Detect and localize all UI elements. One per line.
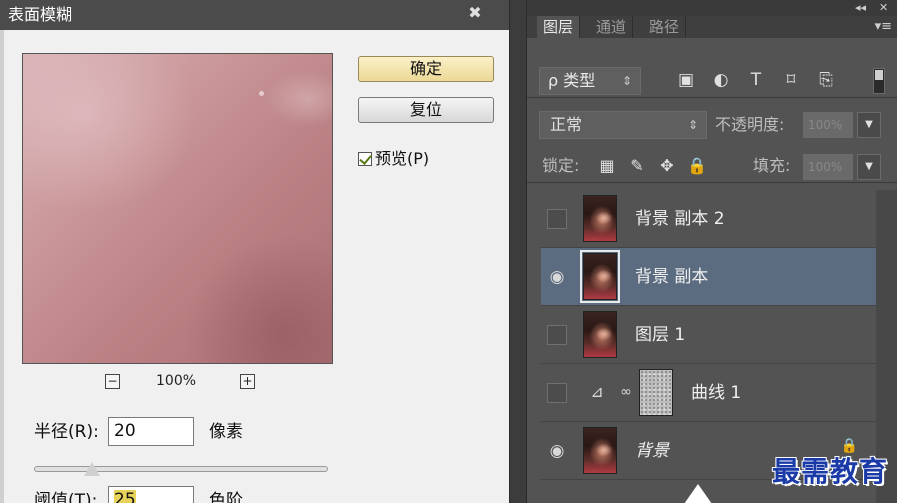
close-panel-icon[interactable]: ✕ — [879, 0, 888, 16]
lock-all-icon[interactable]: 🔒 — [687, 155, 707, 177]
slider-thumb[interactable] — [84, 462, 100, 476]
lock-transparent-icon[interactable]: ▦ — [597, 155, 617, 177]
layer-name: 背景 副本 — [635, 267, 709, 287]
visibility-toggle[interactable] — [547, 383, 567, 403]
preview-checkbox-label: 预览(P) — [375, 149, 430, 168]
dialog-body: − 100% + 确定 复位 预览(P) 半径(R): 20 像素 阈值(T):… — [0, 30, 509, 503]
pixel-filter-icon[interactable]: ▣ — [675, 69, 697, 91]
radius-row: 半径(R): 20 像素 — [34, 417, 243, 447]
radius-input[interactable]: 20 — [108, 417, 194, 446]
ok-button[interactable]: 确定 — [358, 56, 494, 82]
visibility-toggle[interactable] — [547, 325, 567, 345]
smart-object-filter-icon[interactable]: ⎘ — [815, 69, 837, 91]
shape-filter-icon[interactable]: ⌑ — [780, 69, 802, 91]
threshold-label: 阈值(T): — [34, 491, 98, 503]
layer-name: 背景 — [635, 441, 669, 461]
fill-input[interactable]: 100% — [803, 154, 853, 180]
opacity-dropdown-icon[interactable]: ▼ — [857, 112, 881, 138]
filter-toggle-switch[interactable] — [873, 68, 885, 94]
filter-kind-label: ρ 类型 — [548, 71, 596, 90]
lock-label: 锁定: — [542, 156, 580, 175]
fill-dropdown-icon[interactable]: ▼ — [857, 154, 881, 180]
layer-row-selected[interactable]: ◉ 背景 副本 — [541, 248, 876, 306]
threshold-row: 阈值(T): 25 色阶 — [34, 486, 243, 503]
opacity-input[interactable]: 100% — [803, 112, 853, 138]
radius-unit: 像素 — [209, 422, 243, 442]
zoom-in-button[interactable]: + — [240, 374, 255, 389]
tab-paths[interactable]: 路径 — [643, 16, 687, 38]
radius-slider[interactable] — [34, 462, 328, 482]
panel-topbar: ◂◂ ✕ — [527, 0, 897, 16]
zoom-level: 100% — [156, 373, 197, 389]
zoom-controls: − 100% + — [22, 370, 333, 394]
filter-kind-select[interactable]: ρ 类型 ⇕ — [539, 67, 641, 95]
panel-menu-icon[interactable]: ▾≡ — [875, 19, 892, 34]
eye-icon[interactable]: ◉ — [547, 441, 567, 461]
radius-label: 半径(R): — [34, 422, 99, 442]
layer-row[interactable]: 图层 1 — [541, 306, 876, 364]
zoom-out-button[interactable]: − — [105, 374, 120, 389]
preview-checkbox[interactable]: 预览(P) — [358, 148, 429, 170]
adjustment-filter-icon[interactable]: ◐ — [710, 69, 732, 91]
tab-layers[interactable]: 图层 — [537, 16, 581, 38]
threshold-unit: 色阶 — [209, 491, 243, 503]
eye-icon[interactable]: ◉ — [547, 267, 567, 287]
layers-panel: ◂◂ ✕ 图层 通道 路径 ▾≡ ρ 类型 ⇕ ▣ ◐ T ⌑ ⎘ 正常 ⇕ 不… — [526, 0, 897, 503]
preview-highlight — [259, 91, 264, 96]
type-filter-icon[interactable]: T — [745, 69, 767, 91]
reset-button[interactable]: 复位 — [358, 97, 494, 123]
select-arrows-icon: ⇕ — [621, 74, 632, 88]
dialog-title: 表面模糊 — [0, 0, 509, 30]
surface-blur-dialog: 表面模糊 ✖ − 100% + 确定 复位 预览(P) 半径(R): 20 像素 — [0, 0, 510, 503]
watermark-logo: 最需教育 — [772, 455, 889, 488]
curves-adjustment-icon: ⊿ — [590, 382, 604, 401]
layer-thumbnail — [583, 311, 617, 358]
layer-thumbnail — [580, 250, 620, 303]
blend-mode-select[interactable]: 正常 ⇕ — [539, 111, 707, 139]
chain-link-icon[interactable]: ∞ — [619, 381, 633, 403]
checkbox-checked-icon[interactable] — [358, 152, 372, 166]
blend-mode-value: 正常 — [550, 115, 583, 134]
layer-row[interactable]: 背景 副本 2 — [541, 190, 876, 248]
layer-name: 背景 副本 2 — [635, 209, 725, 229]
layer-thumbnail — [583, 195, 617, 242]
slider-track — [34, 466, 328, 472]
cursor-arrow-icon — [684, 484, 712, 503]
layer-filter-bar: ρ 类型 ⇕ ▣ ◐ T ⌑ ⎘ — [527, 38, 897, 98]
select-arrows-icon: ⇕ — [687, 118, 698, 132]
layer-mask-thumbnail[interactable] — [639, 369, 673, 416]
photoshop-workspace: 表面模糊 ✖ − 100% + 确定 复位 预览(P) 半径(R): 20 像素 — [0, 0, 897, 503]
layer-name: 曲线 1 — [691, 383, 742, 403]
tab-channels[interactable]: 通道 — [590, 16, 634, 38]
layer-name: 图层 1 — [635, 325, 686, 345]
threshold-value: 25 — [114, 490, 136, 503]
collapse-panel-icon[interactable]: ◂◂ — [855, 0, 866, 16]
filter-preview-image[interactable] — [22, 53, 333, 364]
close-icon[interactable]: ✖ — [465, 0, 485, 28]
threshold-input[interactable]: 25 — [108, 486, 194, 503]
lock-bar: 锁定: ▦ ✎ ✥ 🔒 填充: 100% ▼ — [527, 149, 897, 183]
panel-tabs: 图层 通道 路径 ▾≡ — [527, 16, 897, 38]
opacity-label: 不透明度: — [715, 115, 785, 134]
layer-row-curves[interactable]: ⊿ ∞ 曲线 1 — [541, 364, 876, 422]
fill-label: 填充: — [753, 156, 791, 175]
blend-bar: 正常 ⇕ 不透明度: 100% ▼ — [527, 105, 897, 145]
visibility-toggle[interactable] — [547, 209, 567, 229]
lock-position-icon[interactable]: ✥ — [657, 155, 677, 177]
layer-thumbnail — [583, 427, 617, 474]
lock-paint-icon[interactable]: ✎ — [627, 155, 647, 177]
